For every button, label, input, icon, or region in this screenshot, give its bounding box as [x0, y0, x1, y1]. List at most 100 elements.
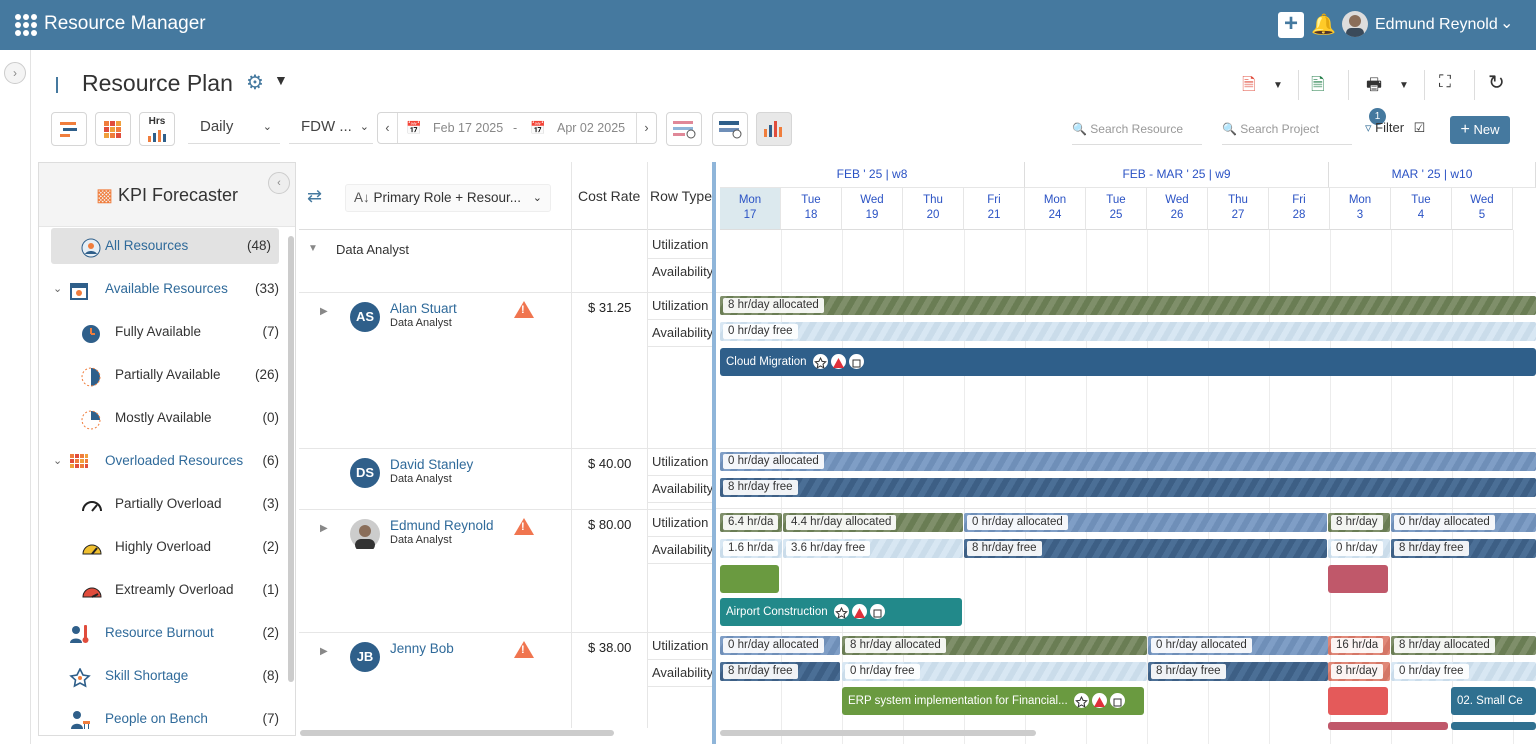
task-block[interactable]: [1328, 722, 1448, 730]
kpi-item-highly-overload[interactable]: Highly Overload (2): [39, 529, 287, 565]
allocation-bar[interactable]: 8 hr/day allocated: [842, 636, 1147, 655]
allocation-bar[interactable]: 16 hr/da: [1328, 636, 1390, 655]
end-date[interactable]: Apr 02 2025: [557, 113, 625, 143]
availability-bar[interactable]: 1.6 hr/da: [720, 539, 782, 558]
prev-arrow-icon[interactable]: ‹: [378, 113, 398, 143]
warning-icon[interactable]: [514, 641, 534, 658]
col-row-type[interactable]: Row Type: [650, 188, 712, 204]
bar-settings-icon[interactable]: [712, 112, 748, 146]
kpi-item-people-on-bench[interactable]: People on Bench (7): [39, 701, 287, 735]
fdw-select[interactable]: FDW ... ⌄: [289, 112, 373, 144]
allocation-bar[interactable]: 0 hr/day allocated: [1148, 636, 1328, 655]
timeline-hscrollbar[interactable]: [720, 730, 1036, 736]
availability-bar[interactable]: 8 hr/day free: [1148, 662, 1328, 681]
task-block[interactable]: [720, 565, 779, 593]
print-icon[interactable]: 🖶: [1366, 72, 1382, 101]
chevron-down-icon[interactable]: ⌄: [53, 443, 62, 479]
caret-down-icon[interactable]: ▼: [1399, 80, 1409, 91]
kpi-item-available-resources[interactable]: ⌄ Available Resources (33): [39, 271, 287, 307]
date-range-picker[interactable]: ‹ 📅 Feb 17 2025 - 📅 Apr 02 2025 ›: [377, 112, 657, 144]
kpi-icon[interactable]: [756, 112, 792, 146]
star-icon[interactable]: [812, 354, 828, 370]
chevron-down-icon[interactable]: ⌄: [53, 271, 62, 307]
next-arrow-icon[interactable]: ›: [636, 113, 656, 143]
star-icon[interactable]: [1073, 693, 1089, 709]
availability-bar[interactable]: 8 hr/day free: [720, 478, 1536, 497]
kpi-item-skill-shortage[interactable]: Skill Shortage (8): [39, 658, 287, 694]
check-list-icon[interactable]: ☑: [1414, 120, 1426, 135]
collapse-rows-icon[interactable]: ⇄: [307, 186, 322, 207]
expand-row-icon[interactable]: ▶: [320, 646, 328, 657]
square-icon[interactable]: [848, 354, 864, 370]
start-date[interactable]: Feb 17 2025: [433, 113, 503, 143]
square-icon[interactable]: [869, 604, 885, 620]
kpi-item-mostly-available[interactable]: Mostly Available (0): [39, 400, 287, 436]
apps-grid-icon[interactable]: [15, 14, 37, 36]
allocation-bar[interactable]: 8 hr/day allocated: [1391, 636, 1536, 655]
availability-bar[interactable]: 8 hr/day: [1328, 662, 1390, 681]
pdf-icon[interactable]: 🗎: [1242, 72, 1256, 101]
search-resource-input[interactable]: 🔍 Search Resource: [1072, 115, 1202, 145]
kpi-item-partially-overload[interactable]: Partially Overload (3): [39, 486, 287, 522]
availability-bar[interactable]: 8 hr/day free: [964, 539, 1327, 558]
user-name[interactable]: Edmund Reynold: [1375, 16, 1498, 34]
hours-chart-icon[interactable]: Hrs: [139, 112, 175, 146]
resource-name[interactable]: David Stanley: [390, 457, 473, 472]
user-avatar[interactable]: [1342, 11, 1368, 37]
square-icon[interactable]: [1109, 693, 1125, 709]
alert-icon[interactable]: [1091, 693, 1107, 709]
excel-icon[interactable]: 🗎: [1311, 72, 1325, 101]
star-icon[interactable]: [833, 604, 849, 620]
collapse-group-icon[interactable]: ▼: [308, 243, 318, 254]
allocation-bar[interactable]: 4.4 hr/day allocated: [783, 513, 963, 532]
task-small-center[interactable]: 02. Small Ce: [1451, 687, 1536, 715]
new-button[interactable]: + New: [1450, 116, 1510, 144]
kpi-item-all-resources[interactable]: All Resources (48): [51, 228, 279, 264]
availability-bar[interactable]: 8 hr/day free: [720, 662, 840, 681]
expand-row-icon[interactable]: ▶: [320, 523, 328, 534]
allocation-bar[interactable]: 8 hr/day: [1328, 513, 1390, 532]
resource-name[interactable]: Alan Stuart: [390, 301, 457, 316]
availability-bar[interactable]: 3.6 hr/day free: [783, 539, 963, 558]
allocation-bar[interactable]: 0 hr/day allocated: [720, 452, 1536, 471]
kpi-item-partially-available[interactable]: Partially Available (26): [39, 357, 287, 393]
task-airport-construction[interactable]: Airport Construction: [720, 598, 962, 626]
kpi-item-overloaded-resources[interactable]: ⌄ Overloaded Resources (6): [39, 443, 287, 479]
allocation-bar[interactable]: 0 hr/day allocated: [964, 513, 1327, 532]
refresh-icon[interactable]: ↻: [1488, 70, 1505, 95]
task-block[interactable]: [1328, 687, 1388, 715]
resource-name[interactable]: Edmund Reynold: [390, 518, 494, 533]
bell-icon[interactable]: 🔔: [1311, 12, 1336, 37]
alert-icon[interactable]: [830, 354, 846, 370]
allocation-bar[interactable]: 0 hr/day allocated: [1391, 513, 1536, 532]
warning-icon[interactable]: [514, 518, 534, 535]
availability-bar[interactable]: 0 hr/day free: [720, 322, 1536, 341]
fullscreen-icon[interactable]: ⛶: [1439, 72, 1451, 92]
kpi-item-extreamly-overload[interactable]: Extreamly Overload (1): [39, 572, 287, 608]
add-icon[interactable]: +: [1278, 12, 1304, 38]
caret-down-icon[interactable]: ▼: [274, 72, 288, 88]
filter-button[interactable]: ▿ Filter ☑: [1365, 120, 1425, 136]
task-cloud-migration[interactable]: Cloud Migration: [720, 348, 1536, 376]
kpi-scrollbar[interactable]: [288, 236, 294, 682]
expand-row-icon[interactable]: ▶: [320, 306, 328, 317]
availability-bar[interactable]: 0 hr/day free: [1391, 662, 1536, 681]
allocation-bar[interactable]: 8 hr/day allocated: [720, 296, 1536, 315]
task-erp-implementation[interactable]: ERP system implementation for Financial.…: [842, 687, 1144, 715]
warning-icon[interactable]: [514, 301, 534, 318]
allocation-bar[interactable]: 6.4 hr/da: [720, 513, 782, 532]
kpi-item-fully-available[interactable]: Fully Available (7): [39, 314, 287, 350]
percent-heatmap-icon[interactable]: [95, 112, 131, 146]
caret-down-icon[interactable]: ▼: [1273, 80, 1283, 91]
sort-select[interactable]: A↓ Primary Role + Resour... ⌄: [345, 184, 551, 212]
collapse-panel-icon[interactable]: ‹: [268, 172, 290, 194]
row-settings-icon[interactable]: [666, 112, 702, 146]
task-block[interactable]: [1451, 722, 1536, 730]
expand-sidebar-icon[interactable]: ›: [4, 62, 26, 84]
allocation-bar[interactable]: 0 hr/day allocated: [720, 636, 840, 655]
availability-bar[interactable]: 0 hr/day: [1328, 539, 1390, 558]
grid-hscrollbar[interactable]: [300, 730, 614, 736]
availability-bar[interactable]: 8 hr/day free: [1391, 539, 1536, 558]
col-cost-rate[interactable]: Cost Rate: [578, 188, 640, 204]
kpi-item-resource-burnout[interactable]: Resource Burnout (2): [39, 615, 287, 651]
